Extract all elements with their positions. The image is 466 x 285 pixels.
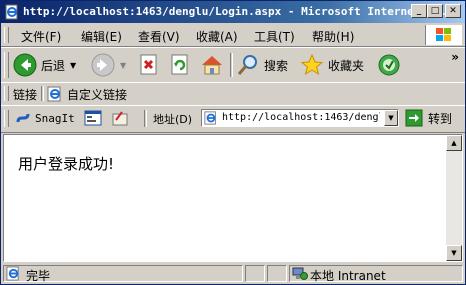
menu-grip[interactable] (4, 27, 9, 43)
address-value: http://localhost:1463/denglu/Login.aspx (222, 112, 380, 123)
status-text: 完毕 (26, 269, 51, 283)
back-button[interactable]: 后退 ▼ (13, 51, 76, 79)
minimize-button[interactable]: _ (411, 4, 427, 18)
media-button[interactable] (377, 51, 401, 79)
address-label: 地址(D) (153, 113, 193, 126)
menu-edit[interactable]: 编辑(E) (81, 28, 122, 45)
status-panel-main: 完毕 (3, 265, 243, 283)
scroll-up-icon[interactable]: ▲ (446, 135, 462, 151)
ie-page-icon (5, 4, 18, 20)
stop-icon (140, 54, 157, 75)
back-label: 后退 (41, 58, 66, 73)
forward-dropdown-icon[interactable]: ▼ (120, 61, 126, 70)
snagit-editor-icon[interactable] (111, 110, 129, 126)
status-page-icon (6, 266, 19, 281)
back-dropdown-icon[interactable]: ▼ (70, 61, 76, 70)
favorites-label: 收藏夹 (328, 58, 365, 73)
refresh-icon (171, 54, 188, 75)
favorites-button[interactable]: 收藏夹 (300, 51, 364, 79)
menu-tools[interactable]: 工具(T) (254, 28, 295, 45)
title-bar[interactable]: http://localhost:1463/denglu/Login.aspx … (1, 1, 465, 23)
maximize-button[interactable]: □ (427, 4, 443, 18)
home-button[interactable] (200, 51, 224, 79)
toolbar-separator (230, 53, 233, 77)
security-zone: 本地 Intranet (310, 269, 386, 283)
status-panel-zone: 本地 Intranet (289, 265, 463, 283)
back-arrow-icon (13, 53, 37, 77)
links-grip[interactable] (4, 86, 9, 101)
scroll-down-icon[interactable]: ▼ (446, 245, 462, 261)
go-button[interactable]: 转到 (405, 109, 452, 127)
home-icon (202, 56, 222, 75)
standard-toolbar: 后退 ▼ ▼ 搜索 收藏夹 » (1, 47, 465, 83)
page-icon (204, 111, 216, 125)
address-dropdown-icon[interactable]: ▼ (384, 110, 398, 126)
ie-link-icon (47, 86, 61, 102)
snagit-button[interactable]: SnagIt (15, 110, 75, 126)
browser-window: http://localhost:1463/denglu/Login.aspx … (0, 0, 466, 285)
address-separator (144, 110, 147, 127)
menu-view[interactable]: 查看(V) (138, 28, 180, 45)
close-button[interactable]: ✕ (445, 4, 461, 18)
search-label: 搜索 (264, 58, 289, 73)
windows-flag-icon (436, 28, 451, 41)
page-content: 用户登录成功! ▲ ▼ (3, 134, 463, 262)
search-button[interactable]: 搜索 (236, 51, 288, 79)
menu-file[interactable]: 文件(F) (21, 28, 61, 45)
search-icon (237, 55, 257, 75)
refresh-button[interactable] (169, 51, 191, 79)
address-input[interactable]: http://localhost:1463/denglu/Login.aspx … (201, 109, 399, 127)
status-panel (267, 265, 287, 282)
stop-button[interactable] (138, 51, 160, 79)
menu-favorites[interactable]: 收藏(A) (196, 28, 238, 45)
star-icon (300, 53, 324, 76)
status-panel (245, 265, 265, 282)
snagit-icon (16, 113, 30, 123)
links-separator (41, 86, 44, 101)
windows-logo (425, 25, 462, 45)
links-bar: 链接 自定义链接 (1, 82, 465, 106)
toolbar-overflow-chevron[interactable]: » (451, 50, 459, 64)
forward-arrow-icon (91, 53, 115, 77)
menu-bar: 文件(F) 编辑(E) 查看(V) 收藏(A) 工具(T) 帮助(H) (1, 24, 465, 47)
snagit-label: SnagIt (35, 111, 75, 125)
snagit-grip[interactable] (4, 110, 9, 127)
snagit-capture-icon[interactable] (84, 110, 102, 126)
forward-button[interactable]: ▼ (91, 51, 126, 79)
vertical-scrollbar[interactable]: ▲ ▼ (446, 135, 462, 261)
status-bar: 完毕 本地 Intranet (1, 264, 465, 284)
links-label: 链接 (13, 88, 38, 102)
window-title: http://localhost:1463/denglu/Login.aspx … (23, 5, 447, 18)
custom-links-item[interactable]: 自定义链接 (67, 86, 127, 103)
media-player-icon (378, 54, 400, 76)
go-label: 转到 (428, 111, 453, 126)
toolbar-grip[interactable] (4, 52, 9, 78)
address-bar: SnagIt 地址(D) http://localhost:1463/dengl… (1, 105, 465, 133)
login-success-message: 用户登录成功! (18, 155, 115, 173)
intranet-icon (292, 267, 308, 280)
go-arrow-icon (405, 109, 423, 127)
menu-help[interactable]: 帮助(H) (312, 28, 354, 45)
